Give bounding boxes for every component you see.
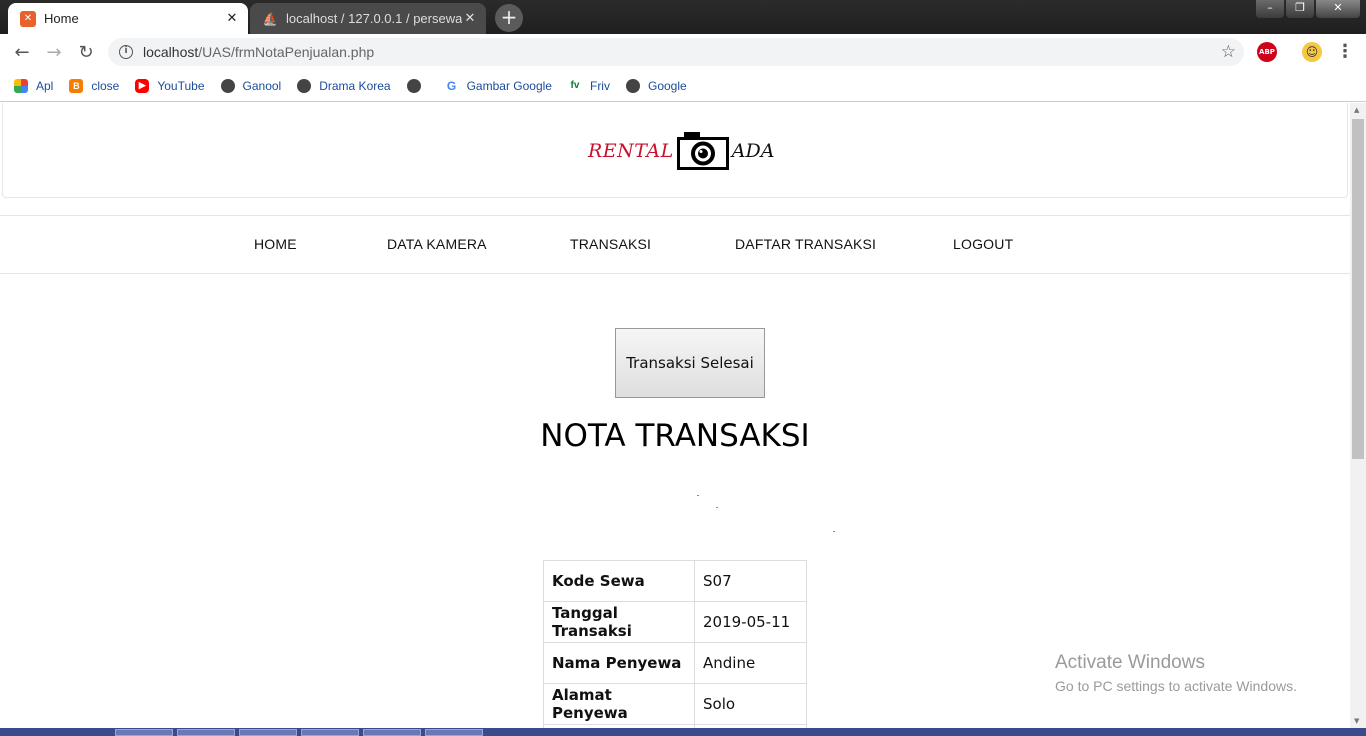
row-value: S07 (694, 560, 807, 602)
xampp-icon: ✕ (20, 10, 36, 27)
table-row: Nama Penyewa Andine (543, 642, 807, 684)
back-arrow-icon[interactable]: ← (6, 42, 38, 63)
globe-icon (625, 78, 640, 93)
nav-home[interactable]: HOME (254, 236, 297, 252)
site-header: RENTAL ADA (2, 103, 1348, 198)
apps-icon (14, 78, 28, 93)
camera-icon (676, 132, 729, 170)
taskbar-app[interactable] (363, 729, 421, 736)
bookmark-google[interactable]: Google (625, 78, 687, 93)
row-value: Solo (694, 683, 807, 725)
globe-icon (406, 78, 421, 93)
close-window-icon[interactable]: ✕ (1316, 0, 1360, 18)
bookmark-label: Apl (36, 78, 54, 93)
globe-icon (220, 78, 235, 93)
bookmark-star-icon[interactable]: ☆ (1221, 42, 1236, 62)
bookmark-label: Gambar Google (466, 78, 552, 93)
bookmark-label: Google (647, 78, 687, 93)
logo-text-right: ADA (731, 140, 775, 162)
nav-data-kamera[interactable]: DATA KAMERA (387, 236, 487, 252)
bookmark-friv[interactable]: fv Friv (567, 78, 610, 93)
row-key: Nama Penyewa (543, 642, 695, 684)
transaksi-selesai-button[interactable]: Transaksi Selesai (615, 328, 765, 398)
nav-transaksi[interactable]: TRANSAKSI (570, 236, 651, 252)
restore-icon[interactable]: ❐ (1286, 0, 1314, 18)
browser-toolbar: ← → ↻ i localhost/UAS/frmNotaPenjualan.p… (0, 34, 1366, 70)
windows-taskbar (0, 728, 1366, 736)
stray-dot (716, 507, 718, 508)
page-viewport: RENTAL ADA HOME DATA KAMERA TRANSAKSI DA… (0, 103, 1350, 728)
nav-logout[interactable]: LOGOUT (953, 236, 1013, 252)
bookmark-untitled[interactable] (406, 78, 429, 93)
reload-icon[interactable]: ↻ (70, 42, 102, 63)
page-title: NOTA TRANSAKSI (540, 418, 810, 454)
bookmarks-bar: Apl Bclose ▶ YouTube Ganool Drama Korea G… (0, 70, 1366, 102)
scrollbar-thumb[interactable] (1352, 119, 1364, 459)
main-nav: HOME DATA KAMERA TRANSAKSI DAFTAR TRANSA… (0, 215, 1350, 274)
activate-windows-watermark: Activate Windows Go to PC settings to ac… (1055, 652, 1297, 694)
blogger-icon: B (69, 78, 84, 93)
bookmark-label: Friv (589, 78, 610, 93)
row-value: Andine (694, 642, 807, 684)
bookmark-drama-korea[interactable]: Drama Korea (297, 78, 391, 93)
google-icon: G (444, 78, 459, 93)
site-logo[interactable]: RENTAL ADA (588, 131, 774, 171)
tab-title: localhost / 127.0.0.1 / persewaan (286, 11, 462, 26)
taskbar-app[interactable] (301, 729, 359, 736)
phpmyadmin-icon: ⛵ (262, 11, 278, 26)
table-row: Tanggal Transaksi 2019-05-11 (543, 601, 807, 643)
table-row: Kode Sewa S07 (543, 560, 807, 602)
bookmark-label: Ganool (242, 78, 282, 93)
url-path: /UAS/frmNotaPenjualan.php (198, 44, 375, 60)
scroll-down-icon[interactable]: ▼ (1354, 717, 1359, 725)
bookmark-label: close (91, 78, 120, 93)
row-key: Alamat Penyewa (543, 683, 695, 725)
row-key: Kode Sewa (543, 560, 695, 602)
info-icon[interactable]: i (119, 45, 133, 59)
forward-arrow-icon[interactable]: → (38, 42, 70, 63)
minimize-icon[interactable]: – (1256, 0, 1284, 18)
globe-icon (297, 78, 312, 93)
bookmark-apl[interactable]: Apl (14, 78, 54, 93)
stray-dot (833, 531, 835, 532)
table-row: Alamat Penyewa Solo (543, 683, 807, 725)
emoji-extension-icon[interactable]: ☺ (1302, 42, 1322, 62)
transaction-detail-table: Kode Sewa S07 Tanggal Transaksi 2019-05-… (543, 560, 807, 728)
url-text[interactable]: localhost/UAS/frmNotaPenjualan.php (143, 44, 374, 60)
page-scrollbar[interactable]: ▲ ▼ (1350, 103, 1366, 728)
stray-dot (697, 495, 699, 496)
taskbar-app[interactable] (115, 729, 173, 736)
watermark-title: Activate Windows (1055, 652, 1205, 673)
bookmark-gambar-google[interactable]: G Gambar Google (444, 78, 552, 93)
bookmark-label: YouTube (157, 78, 205, 93)
url-host: localhost (143, 44, 199, 60)
row-key: Tanggal Transaksi (543, 601, 695, 643)
taskbar-app[interactable] (177, 729, 235, 736)
tab-title: Home (44, 11, 79, 26)
bookmark-close[interactable]: Bclose (69, 78, 120, 93)
menu-kebab-icon[interactable]: ⋮ (1336, 41, 1354, 62)
scroll-up-icon[interactable]: ▲ (1354, 106, 1359, 114)
new-tab-button[interactable]: + (495, 4, 523, 32)
taskbar-app[interactable] (239, 729, 297, 736)
browser-tab-strip: ✕ Home ✕ ⛵ localhost / 127.0.0.1 / perse… (0, 0, 1366, 34)
nav-daftar-transaksi[interactable]: DAFTAR TRANSAKSI (735, 236, 876, 252)
close-tab-icon[interactable]: ✕ (462, 11, 478, 26)
tab-phpmyadmin[interactable]: ⛵ localhost / 127.0.0.1 / persewaan ✕ (250, 3, 486, 34)
bookmark-ganool[interactable]: Ganool (220, 78, 282, 93)
bookmark-youtube[interactable]: ▶ YouTube (135, 78, 205, 93)
taskbar-app[interactable] (425, 729, 483, 736)
tab-home[interactable]: ✕ Home ✕ (8, 3, 248, 34)
logo-text-left: RENTAL (588, 140, 674, 162)
bookmark-label: Drama Korea (319, 78, 391, 93)
adblock-plus-icon[interactable]: ABP (1257, 42, 1277, 62)
row-value: 2019-05-11 (694, 601, 807, 643)
youtube-icon: ▶ (135, 78, 150, 93)
window-controls: – ❐ ✕ (1254, 0, 1360, 18)
friv-icon: fv (567, 78, 582, 93)
close-tab-icon[interactable]: ✕ (224, 11, 240, 26)
address-bar[interactable]: i localhost/UAS/frmNotaPenjualan.php ☆ (108, 38, 1244, 66)
watermark-subtitle: Go to PC settings to activate Windows. (1055, 678, 1297, 694)
